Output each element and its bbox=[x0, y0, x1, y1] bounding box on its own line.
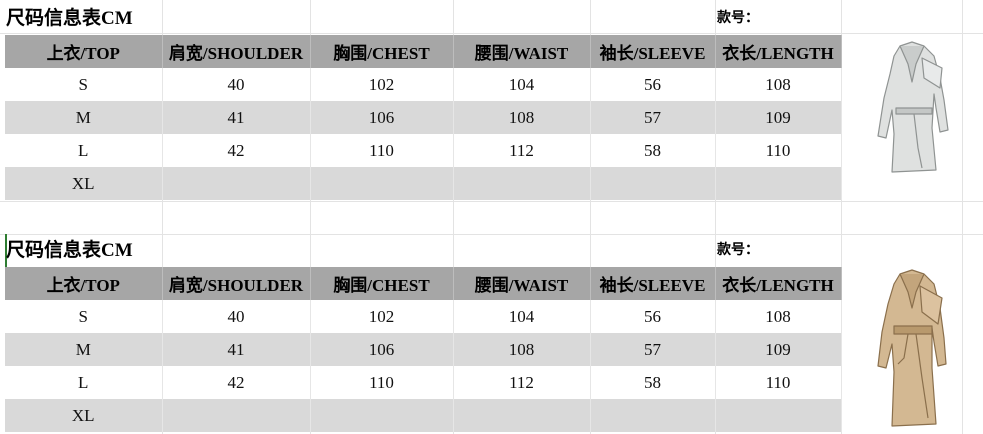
table-cell[interactable]: 110 bbox=[715, 366, 842, 399]
table-cell[interactable]: XL bbox=[5, 399, 163, 432]
beige-trench-coat-photo[interactable] bbox=[862, 268, 962, 431]
table-cell[interactable]: S bbox=[5, 300, 163, 333]
table-cell[interactable] bbox=[590, 167, 716, 200]
table-row: S 40 102 104 56 108 bbox=[5, 300, 842, 333]
table-cell[interactable]: 41 bbox=[162, 101, 311, 134]
table-cell[interactable]: L bbox=[5, 366, 163, 399]
table-cell[interactable]: XL bbox=[5, 167, 163, 200]
size-chart-title[interactable]: 尺码信息表CM bbox=[6, 234, 133, 267]
header-cell-chest[interactable]: 胸围/CHEST bbox=[310, 267, 454, 300]
header-cell-top[interactable]: 上衣/TOP bbox=[5, 35, 163, 68]
grey-trench-coat-icon bbox=[877, 41, 949, 173]
header-cell-chest[interactable]: 胸围/CHEST bbox=[310, 35, 454, 68]
header-cell-sleeve[interactable]: 袖长/SLEEVE bbox=[590, 267, 716, 300]
table-cell[interactable]: M bbox=[5, 101, 163, 134]
header-cell-sleeve[interactable]: 袖长/SLEEVE bbox=[590, 35, 716, 68]
table-cell[interactable]: 110 bbox=[310, 134, 454, 167]
header-cell-length[interactable]: 衣长/LENGTH bbox=[715, 267, 842, 300]
table-cell[interactable]: 109 bbox=[715, 333, 842, 366]
table-cell[interactable] bbox=[590, 399, 716, 432]
table-cell[interactable]: 42 bbox=[162, 134, 311, 167]
table-cell[interactable]: 102 bbox=[310, 68, 454, 101]
beige-trench-coat-icon bbox=[877, 269, 947, 427]
table-row: S 40 102 104 56 108 bbox=[5, 68, 842, 101]
table-cell[interactable]: 41 bbox=[162, 333, 311, 366]
header-cell-length[interactable]: 衣长/LENGTH bbox=[715, 35, 842, 68]
table-cell[interactable]: 110 bbox=[715, 134, 842, 167]
table-cell[interactable]: 108 bbox=[715, 68, 842, 101]
table-cell[interactable]: 106 bbox=[310, 333, 454, 366]
size-table: 上衣/TOP 肩宽/SHOULDER 胸围/CHEST 腰围/WAIST 袖长/… bbox=[5, 267, 842, 432]
table-cell[interactable]: 104 bbox=[453, 68, 591, 101]
table-cell[interactable] bbox=[715, 167, 842, 200]
table-cell[interactable]: 56 bbox=[590, 68, 716, 101]
table-row: L 42 110 112 58 110 bbox=[5, 134, 842, 167]
table-cell[interactable]: 112 bbox=[453, 134, 591, 167]
table-cell[interactable]: 110 bbox=[310, 366, 454, 399]
table-cell[interactable]: S bbox=[5, 68, 163, 101]
table-cell[interactable]: 112 bbox=[453, 366, 591, 399]
table-row: M 41 106 108 57 109 bbox=[5, 101, 842, 134]
table-cell[interactable]: 108 bbox=[453, 333, 591, 366]
table-cell[interactable]: 102 bbox=[310, 300, 454, 333]
table-cell[interactable]: 109 bbox=[715, 101, 842, 134]
style-number-label[interactable]: 款号： bbox=[717, 2, 759, 35]
header-cell-shoulder[interactable]: 肩宽/SHOULDER bbox=[162, 35, 311, 68]
table-cell[interactable] bbox=[453, 399, 591, 432]
table-cell[interactable]: 56 bbox=[590, 300, 716, 333]
size-chart-title[interactable]: 尺码信息表CM bbox=[6, 2, 133, 35]
table-cell[interactable]: 40 bbox=[162, 300, 311, 333]
table-cell[interactable] bbox=[162, 399, 311, 432]
style-number-label[interactable]: 款号： bbox=[717, 234, 759, 267]
table-header-row: 上衣/TOP 肩宽/SHOULDER 胸围/CHEST 腰围/WAIST 袖长/… bbox=[5, 35, 842, 68]
table-row: M 41 106 108 57 109 bbox=[5, 333, 842, 366]
size-chart-block-2: 尺码信息表CM 款号： 上衣/TOP 肩宽/SHOULDER 胸围/CHEST … bbox=[0, 234, 983, 434]
header-cell-top[interactable]: 上衣/TOP bbox=[5, 267, 163, 300]
table-cell[interactable]: 108 bbox=[453, 101, 591, 134]
table-row: XL bbox=[5, 399, 842, 432]
table-cell[interactable]: L bbox=[5, 134, 163, 167]
table-cell[interactable]: M bbox=[5, 333, 163, 366]
header-cell-waist[interactable]: 腰围/WAIST bbox=[453, 267, 591, 300]
table-cell[interactable] bbox=[310, 167, 454, 200]
size-chart-block-1: 尺码信息表CM 款号： 上衣/TOP 肩宽/SHOULDER 胸围/CHEST … bbox=[0, 2, 983, 202]
table-row: XL bbox=[5, 167, 842, 200]
header-cell-waist[interactable]: 腰围/WAIST bbox=[453, 35, 591, 68]
table-cell[interactable]: 108 bbox=[715, 300, 842, 333]
table-cell[interactable]: 57 bbox=[590, 333, 716, 366]
grey-trench-coat-photo[interactable] bbox=[862, 38, 962, 184]
table-cell[interactable]: 40 bbox=[162, 68, 311, 101]
table-cell[interactable]: 104 bbox=[453, 300, 591, 333]
table-header-row: 上衣/TOP 肩宽/SHOULDER 胸围/CHEST 腰围/WAIST 袖长/… bbox=[5, 267, 842, 300]
table-cell[interactable] bbox=[453, 167, 591, 200]
table-cell[interactable]: 106 bbox=[310, 101, 454, 134]
table-cell[interactable] bbox=[715, 399, 842, 432]
table-cell[interactable]: 42 bbox=[162, 366, 311, 399]
table-cell[interactable]: 58 bbox=[590, 366, 716, 399]
table-row: L 42 110 112 58 110 bbox=[5, 366, 842, 399]
table-cell[interactable]: 58 bbox=[590, 134, 716, 167]
table-cell[interactable]: 57 bbox=[590, 101, 716, 134]
table-cell[interactable] bbox=[310, 399, 454, 432]
table-cell[interactable] bbox=[162, 167, 311, 200]
size-table: 上衣/TOP 肩宽/SHOULDER 胸围/CHEST 腰围/WAIST 袖长/… bbox=[5, 35, 842, 200]
header-cell-shoulder[interactable]: 肩宽/SHOULDER bbox=[162, 267, 311, 300]
